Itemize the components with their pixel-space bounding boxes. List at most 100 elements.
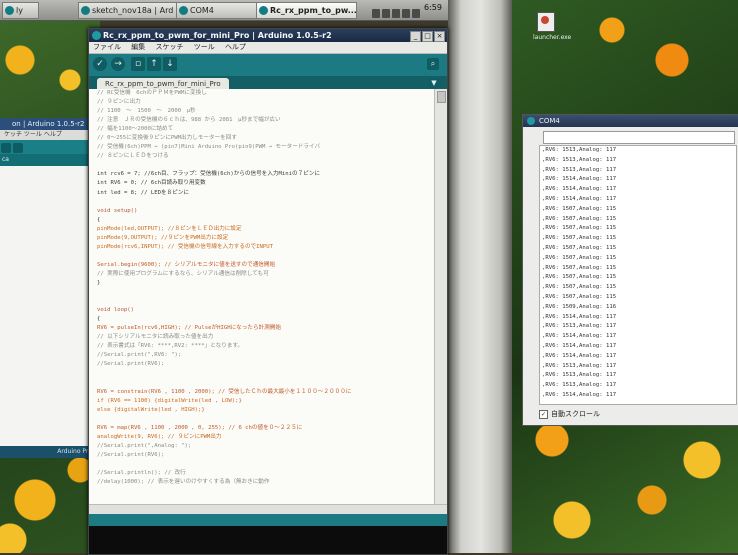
taskbar-button-1[interactable]: ly <box>2 2 39 19</box>
code-line[interactable] <box>97 161 435 170</box>
minimize-button[interactable]: _ <box>410 31 421 42</box>
serial-log-line: ,RV6: 1514,Analog: 117 <box>542 176 617 183</box>
menu-tools[interactable]: ツール <box>194 43 215 51</box>
code-line[interactable]: // 注意 ＪＲの受信機の６ｃｈは、988 から 2081 μ秒まで幅が広い <box>97 116 435 125</box>
code-line[interactable]: RV6 = constrain(RV6 , 1100 , 2000); // 受… <box>97 388 435 397</box>
menu-bar: ファイル 編集 スケッチ ツール ヘルプ <box>89 42 447 54</box>
code-line[interactable]: //Serial.print(RV6); <box>97 451 435 460</box>
code-line[interactable] <box>97 369 435 378</box>
code-line[interactable] <box>97 379 435 388</box>
menu-help[interactable]: ヘルプ <box>225 43 246 51</box>
serial-send-input[interactable] <box>543 131 735 144</box>
code-line[interactable]: int rcv6 = 7; //6ch目、フラップ：受信機(6ch)からの信号を… <box>97 170 435 179</box>
code-line[interactable]: // 幅を1100～2000に詰めて <box>97 125 435 134</box>
code-line[interactable] <box>97 288 435 297</box>
tray-icon[interactable] <box>382 9 390 18</box>
serial-monitor-icon[interactable]: ⌕ <box>427 58 439 70</box>
menu-sketch[interactable]: スケッチ <box>155 43 183 51</box>
background-window-title: on | Arduino 1.0.5-r2 <box>0 118 100 130</box>
window-title-bar[interactable]: Rc_rx_ppm_to_pwm_for_mini_Pro | Arduino … <box>89 29 447 42</box>
code-line[interactable] <box>97 460 435 469</box>
tab-menu-icon[interactable]: ▼ <box>429 78 439 88</box>
serial-monitor-title-bar[interactable]: COM4 <box>523 115 738 127</box>
menu-edit[interactable]: 編集 <box>131 43 145 51</box>
code-line[interactable]: // 0～255に変換後９ピンにPWM出力しモーターを回す <box>97 134 435 143</box>
verify-icon[interactable]: ✓ <box>93 57 107 71</box>
code-line[interactable]: int RV6 = 0; // 6ch目読み取り用変数 <box>97 179 435 188</box>
serial-log-line: ,RV6: 1513,Analog: 117 <box>542 166 617 173</box>
serial-log-line: ,RV6: 1507,Analog: 115 <box>542 244 617 251</box>
code-line[interactable] <box>97 415 435 424</box>
code-line[interactable]: } <box>97 279 435 288</box>
upload-icon[interactable] <box>13 143 23 153</box>
code-line[interactable]: if (RV6 == 1100) {digitalWrite(led , LOW… <box>97 397 435 406</box>
close-button[interactable]: × <box>434 31 445 42</box>
editor-vertical-scrollbar[interactable] <box>434 89 447 504</box>
arduino-ide-window[interactable]: Rc_rx_ppm_to_pwm_for_mini_Pro | Arduino … <box>88 28 448 555</box>
system-tray <box>372 3 422 18</box>
upload-icon[interactable]: → <box>111 57 125 71</box>
volume-icon[interactable] <box>402 9 410 18</box>
code-line[interactable]: // 表示書式は「RV6: ****,RV2: ****」となります。 <box>97 342 435 351</box>
save-file-icon[interactable]: ↓ <box>163 57 177 71</box>
code-line[interactable]: // 1100 ～ 1500 ～ 2000 μ秒 <box>97 107 435 116</box>
open-file-icon[interactable]: ↑ <box>147 57 161 71</box>
code-line[interactable]: RV6 = map(RV6 , 1100 , 2000 , 0, 255); /… <box>97 424 435 433</box>
serial-log-line: ,RV6: 1513,Analog: 117 <box>542 362 617 369</box>
code-line[interactable]: // ９ピンに出力 <box>97 98 435 107</box>
serial-log-line: ,RV6: 1507,Analog: 115 <box>542 225 617 232</box>
serial-output-log[interactable]: ,RV6: 1513,Analog: 117 ,RV6: 1513,Analog:… <box>539 145 737 405</box>
taskbar-button-rc-sketch[interactable]: Rc_rx_ppm_to_pw... <box>256 2 357 19</box>
battery-icon[interactable] <box>412 9 420 18</box>
taskbar-clock[interactable]: 6:59 <box>424 3 442 12</box>
background-arduino-window[interactable]: on | Arduino 1.0.5-r2 ケッチ ツール ヘルプ ca Ard… <box>0 118 101 458</box>
new-file-icon[interactable]: ▫ <box>131 57 145 71</box>
maximize-button[interactable]: □ <box>422 31 433 42</box>
background-window-tab[interactable]: ca <box>0 154 100 166</box>
code-line[interactable]: int led = 8; // LEDを８ピンに <box>97 189 435 198</box>
code-line[interactable] <box>97 297 435 306</box>
code-line[interactable]: analogWrite(9, RV6); // ９ピンにPWM出力 <box>97 433 435 442</box>
code-line[interactable]: //Serial.print(RV6); <box>97 360 435 369</box>
verify-icon[interactable] <box>1 143 11 153</box>
taskbar-button-com4[interactable]: COM4 <box>176 2 265 19</box>
launcher-icon <box>537 12 555 32</box>
serial-monitor-window[interactable]: COM4 ,RV6: 1513,Analog: 117 ,RV6: 1513,An… <box>522 114 738 426</box>
code-line[interactable]: pinMode(9,OUTPUT); //９ピンをPWM出力に設定 <box>97 234 435 243</box>
window-title: Rc_rx_ppm_to_pwm_for_mini_Pro | Arduino … <box>103 31 332 40</box>
serial-log-line: ,RV6: 1507,Analog: 115 <box>542 205 617 212</box>
serial-log-line: ,RV6: 1507,Analog: 115 <box>542 293 617 300</box>
code-line[interactable]: RV6 = pulseIn(rcv6,HIGH); // PulseがHIGHに… <box>97 324 435 333</box>
code-line[interactable]: else {digitalWrite(led , HIGH);} <box>97 406 435 415</box>
autoscroll-option[interactable]: ✓ 自動スクロール <box>539 409 600 419</box>
arduino-icon <box>259 6 268 15</box>
code-line[interactable]: // 受信機(6ch)PPM → (pin7)Mini Arduino Pro(… <box>97 143 435 152</box>
code-line[interactable]: //Serial.print(",Analog: "); <box>97 442 435 451</box>
code-line[interactable]: { <box>97 216 435 225</box>
code-line[interactable]: pinMode(led,OUTPUT); //８ピンをＬＥＤ出力に設定 <box>97 225 435 234</box>
console-status-bar <box>89 514 447 526</box>
code-line[interactable]: // RC受信機 6chのＰＰＭをPWMに変換し <box>97 89 435 98</box>
code-line[interactable]: //Serial.print(",RV6: "); <box>97 351 435 360</box>
menu-file[interactable]: ファイル <box>93 43 121 51</box>
code-line[interactable]: pinMode(rcv6,INPUT); // 受信機の信号線を入力するのでIN… <box>97 243 435 252</box>
background-window-menu[interactable]: ケッチ ツール ヘルプ <box>0 130 100 140</box>
code-line[interactable]: Serial.begin(9600); // シリアルモニタに値を送すので通信開… <box>97 261 435 270</box>
code-line[interactable]: { <box>97 315 435 324</box>
scrollbar-thumb[interactable] <box>437 91 446 103</box>
taskbar-button-sketch[interactable]: sketch_nov18a | Ard <box>78 2 185 19</box>
code-line[interactable]: // 以下シリアルモニタに読み取った値を出力 <box>97 333 435 342</box>
autoscroll-checkbox[interactable]: ✓ <box>539 409 548 419</box>
code-line[interactable] <box>97 198 435 207</box>
code-line[interactable]: void setup() <box>97 207 435 216</box>
code-line[interactable]: //delay(1000); // 表示を遅いのけやすくする為（無おきに動作 <box>97 478 435 487</box>
code-line[interactable]: // ８ピンにＬＥＤをつける <box>97 152 435 161</box>
code-line[interactable]: // 実際に使用プログラムにするなら、シリアル通信は削除しても可 <box>97 270 435 279</box>
network-icon[interactable] <box>392 9 400 18</box>
tray-icon[interactable] <box>372 9 380 18</box>
code-line[interactable] <box>97 252 435 261</box>
code-line[interactable]: void loop() <box>97 306 435 315</box>
launcher-desktop-icon[interactable]: launcher.exe <box>533 12 573 41</box>
code-editor[interactable]: // RC受信機 6chのＰＰＭをPWMに変換し// ９ピンに出力// 1100… <box>89 89 435 504</box>
code-line[interactable]: //Serial.println(); // 改行 <box>97 469 435 478</box>
